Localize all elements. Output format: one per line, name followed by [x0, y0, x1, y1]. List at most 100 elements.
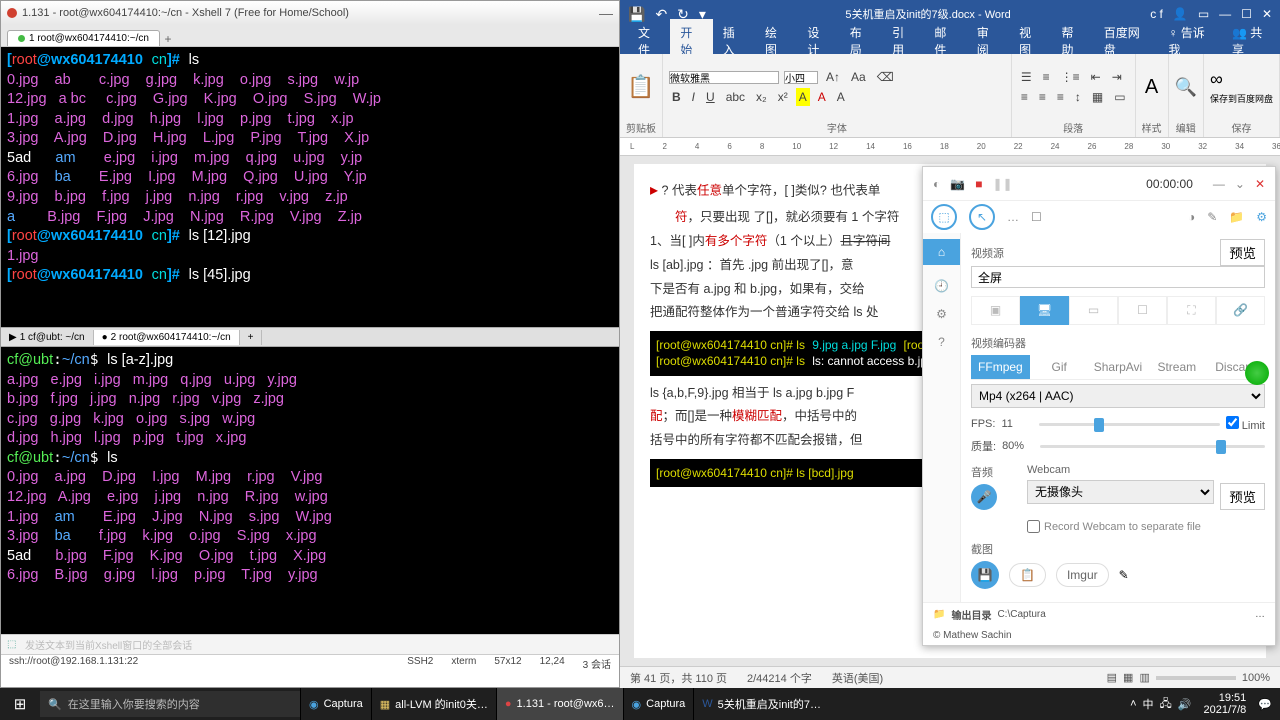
- tab-gif[interactable]: Gif: [1030, 355, 1089, 380]
- codec-select[interactable]: Mp4 (x264 | AAC): [971, 384, 1265, 408]
- zoom-slider[interactable]: [1156, 676, 1236, 680]
- font-name-input[interactable]: [669, 71, 779, 84]
- tab-sharpavi[interactable]: SharpAvi: [1089, 355, 1148, 380]
- clock[interactable]: 19:51 2021/7/8: [1197, 692, 1252, 716]
- multilevel-icon[interactable]: ⋮≡: [1058, 68, 1083, 86]
- view-web-icon[interactable]: ▥: [1139, 671, 1149, 684]
- terminal-tab-1[interactable]: 1 root@wx604174410:~/cn: [7, 30, 160, 46]
- xshell-titlebar[interactable]: 1.131 - root@wx604174410:~/cn - Xshell 7…: [1, 1, 619, 25]
- case-icon[interactable]: Aa: [848, 68, 869, 86]
- outdir-path[interactable]: C:\Captura: [997, 609, 1045, 620]
- line-sp-icon[interactable]: ↕: [1072, 88, 1084, 106]
- ime-icon[interactable]: 中: [1143, 696, 1154, 712]
- indent-inc-icon[interactable]: ⇥: [1109, 68, 1125, 86]
- taskbar-captura2[interactable]: ◉Captura: [623, 688, 694, 720]
- clicks-icon[interactable]: ☐: [1031, 210, 1042, 224]
- mode-window-icon[interactable]: ▭: [1069, 296, 1118, 325]
- align-r-icon[interactable]: ≡: [1054, 88, 1067, 106]
- volume-icon[interactable]: 🔊: [1178, 698, 1192, 711]
- side-settings-icon[interactable]: ⚙: [936, 307, 947, 321]
- text-effect-icon[interactable]: A: [834, 88, 848, 106]
- xshell-send-bar[interactable]: ⬚ 发送文本到当前Xshell窗口的全部会话: [1, 634, 619, 654]
- mode-full-icon[interactable]: ⛶: [1167, 296, 1216, 325]
- webcam-select[interactable]: 无摄像头: [1027, 480, 1214, 504]
- edit-icon[interactable]: ✎: [1207, 210, 1217, 224]
- indent-dec-icon[interactable]: ⇤: [1088, 68, 1104, 86]
- region-icon[interactable]: ⬚: [931, 204, 957, 230]
- clear-fmt-icon[interactable]: ⌫: [874, 68, 897, 86]
- folder-icon[interactable]: 📁: [933, 609, 945, 620]
- quality-slider[interactable]: [1040, 445, 1265, 448]
- mic-button[interactable]: 🎤: [971, 484, 997, 510]
- sup-icon[interactable]: x²: [775, 88, 791, 106]
- minimize-icon[interactable]: —: [1213, 177, 1225, 191]
- collapse-icon[interactable]: ◐: [933, 177, 940, 191]
- zoom-value[interactable]: 100%: [1242, 672, 1270, 684]
- subtab-2[interactable]: ● 2 root@wx604174410:~/cn: [94, 330, 240, 345]
- ruler[interactable]: L246810121416182022242628303234363840: [620, 138, 1280, 156]
- record-separate-checkbox[interactable]: Record Webcam to separate file: [1027, 520, 1265, 533]
- taskbar-word[interactable]: W5关机重启及init的7…: [693, 688, 829, 720]
- terminal-pane-bottom[interactable]: cf@ubt:~/cn$ ls [a-z].jpg a.jpg e.jpg i.…: [1, 347, 619, 634]
- paste-icon[interactable]: 📋: [627, 74, 654, 100]
- keys-icon[interactable]: …: [1007, 210, 1019, 224]
- mode-screen-icon[interactable]: 🖥: [1020, 296, 1069, 325]
- italic-icon[interactable]: I: [689, 88, 698, 106]
- disk-button[interactable]: 💾: [971, 561, 999, 589]
- source-input[interactable]: [971, 266, 1265, 288]
- styles-icon[interactable]: A: [1145, 76, 1158, 99]
- font-color-icon[interactable]: A: [815, 88, 829, 106]
- more-icon[interactable]: …: [1255, 609, 1265, 620]
- border-icon[interactable]: ▭: [1111, 88, 1128, 106]
- limit-checkbox[interactable]: Limit: [1226, 416, 1265, 432]
- view-read-icon[interactable]: ▦: [1123, 671, 1133, 684]
- highlight-icon[interactable]: A: [796, 88, 810, 106]
- clipboard-button[interactable]: 📋: [1009, 563, 1046, 587]
- folder-icon[interactable]: 📁: [1229, 210, 1244, 224]
- cursor-icon[interactable]: ↖: [969, 204, 995, 230]
- minimize-button[interactable]: —: [599, 5, 613, 21]
- lang-indicator[interactable]: 英语(美国): [832, 670, 883, 686]
- pause-button[interactable]: ❚❚: [992, 177, 1012, 191]
- view-print-icon[interactable]: ▤: [1107, 671, 1117, 684]
- align-l-icon[interactable]: ≡: [1018, 88, 1031, 106]
- theme-icon[interactable]: ◑: [1188, 210, 1195, 224]
- start-button[interactable]: ⊞: [0, 695, 40, 713]
- network-icon[interactable]: 🖧: [1160, 695, 1172, 714]
- mode-link-icon[interactable]: 🔗: [1216, 296, 1265, 325]
- tab-add-button[interactable]: +: [160, 32, 176, 46]
- subtab-1[interactable]: ▶ 1 cf@ubt: ~/cn: [1, 330, 94, 345]
- strike-icon[interactable]: abc: [723, 88, 748, 106]
- system-tray[interactable]: ˄ 中 🖧 🔊 19:51 2021/7/8 💬: [1122, 692, 1280, 716]
- close-icon[interactable]: ✕: [1255, 177, 1265, 191]
- tab-ffmpeg[interactable]: FFmpeg: [971, 355, 1030, 380]
- mode-region-icon[interactable]: ☐: [1118, 296, 1167, 325]
- mode-webcam-icon[interactable]: ▣: [971, 296, 1020, 325]
- taskbar-xshell[interactable]: ●1.131 - root@wx6…: [496, 688, 623, 720]
- snapshot-icon[interactable]: 📷: [950, 177, 965, 191]
- taskbar-lvm[interactable]: ▦all-LVM 的init0关…: [371, 688, 496, 720]
- tab-stream[interactable]: Stream: [1147, 355, 1206, 380]
- notifications-icon[interactable]: 💬: [1258, 698, 1272, 711]
- side-home-icon[interactable]: ⌂: [923, 239, 960, 265]
- webcam-preview-button[interactable]: 预览: [1220, 483, 1265, 510]
- side-help-icon[interactable]: ?: [938, 335, 945, 349]
- terminal-pane-top[interactable]: [root@wx604174410 cn]# ls 0.jpg ab c.jpg…: [1, 47, 619, 327]
- imgur-button[interactable]: Imgur: [1056, 563, 1109, 587]
- page-indicator[interactable]: 第 41 页，共 110 页: [630, 670, 727, 686]
- bold-icon[interactable]: B: [669, 88, 684, 106]
- find-icon[interactable]: 🔍: [1175, 77, 1197, 98]
- font-grow-icon[interactable]: A↑: [823, 68, 843, 86]
- align-c-icon[interactable]: ≡: [1036, 88, 1049, 106]
- record-button[interactable]: ■: [975, 177, 982, 191]
- tray-up-icon[interactable]: ˄: [1130, 698, 1136, 710]
- expand-icon[interactable]: ⌄: [1235, 177, 1245, 191]
- taskbar-search[interactable]: 🔍 在这里输入你要搜索的内容: [40, 691, 300, 717]
- baidu-icon[interactable]: ∞: [1210, 69, 1273, 90]
- preview-button[interactable]: 预览: [1220, 239, 1265, 266]
- underline-icon[interactable]: U: [703, 88, 718, 106]
- tab-discard[interactable]: Discard: [1206, 355, 1265, 380]
- word-count[interactable]: 2/44214 个字: [747, 670, 812, 686]
- sub-icon[interactable]: x₂: [753, 88, 770, 106]
- fps-slider[interactable]: [1039, 423, 1219, 426]
